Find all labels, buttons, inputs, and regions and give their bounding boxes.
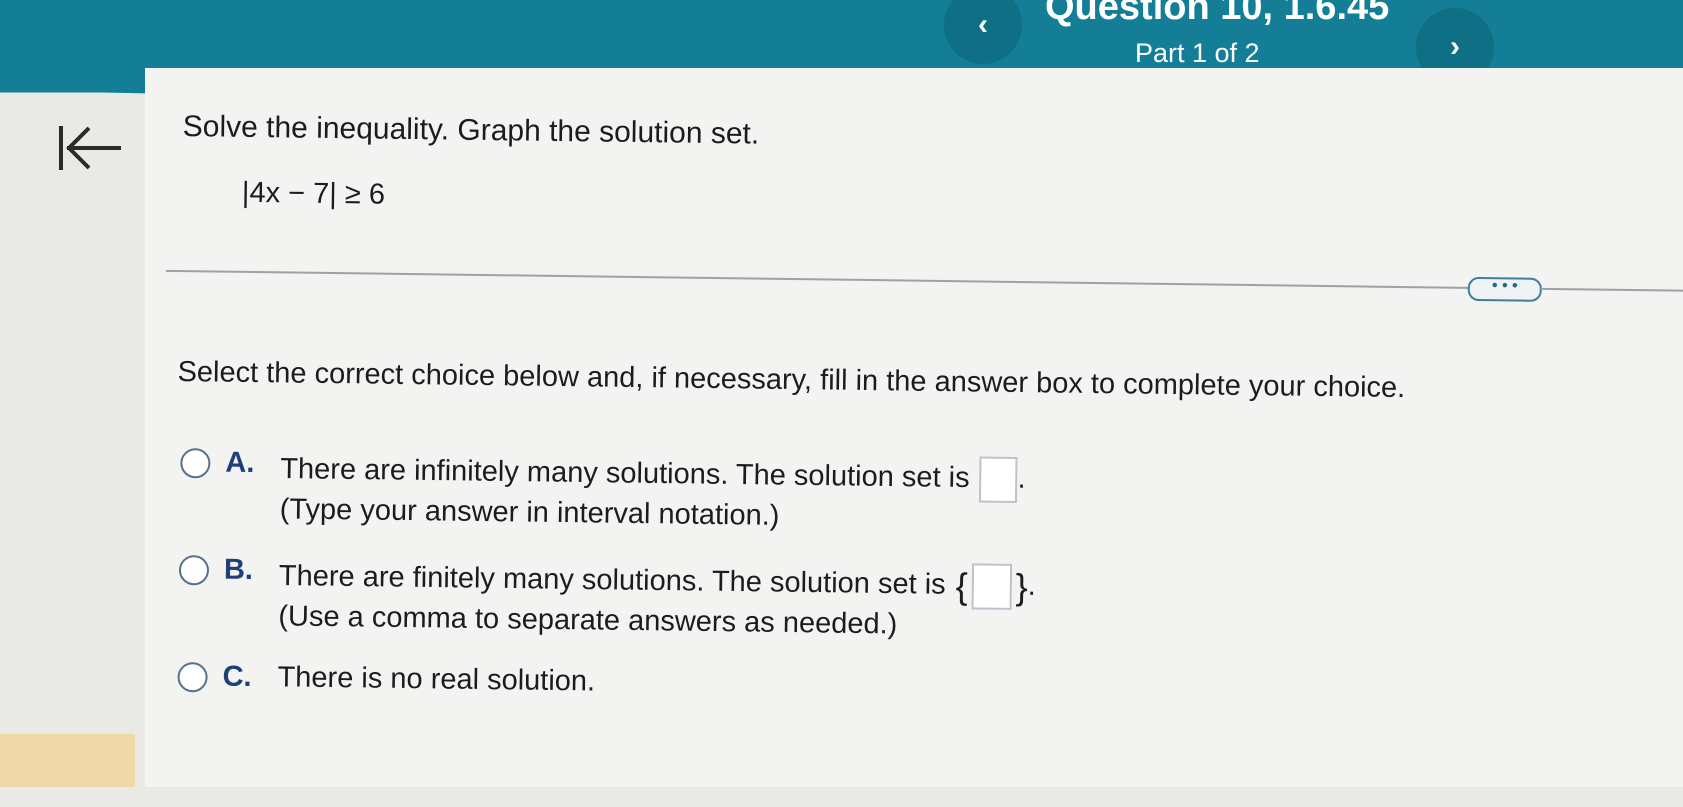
brace-open: { [955, 565, 968, 607]
choice-b-letter: B. [223, 553, 254, 586]
inequality-expression: |4x − 7| ≥ 6 [241, 176, 386, 211]
select-instruction: Select the correct choice below and, if … [177, 355, 1406, 405]
brace-close: } [1015, 565, 1028, 608]
choice-a-text: There are infinitely many solutions. The… [280, 453, 970, 495]
problem-instruction: Solve the inequality. Graph the solution… [182, 110, 760, 151]
section-divider-tail [1540, 287, 1683, 292]
more-options-button[interactable]: • • • [1467, 276, 1542, 302]
question-content: Solve the inequality. Graph the solution… [0, 0, 1683, 807]
choice-a-letter: A. [225, 446, 255, 480]
choice-a-period: . [1017, 462, 1026, 495]
choice-b-text: There are finitely many solutions. The s… [278, 559, 946, 601]
choice-c-letter: C. [222, 660, 252, 693]
set-answer-box[interactable] [971, 563, 1012, 610]
set-answer-group: {} [955, 563, 1028, 610]
choice-a-radio[interactable] [180, 448, 211, 479]
choice-c-radio[interactable] [177, 662, 208, 693]
choice-b-radio[interactable] [178, 555, 210, 586]
choice-c-text: There is no real solution. [277, 661, 596, 698]
interval-answer-box[interactable] [979, 456, 1018, 503]
choice-b-hint: (Use a comma to separate answers as need… [278, 600, 898, 641]
section-divider [165, 269, 1486, 290]
choice-a-hint: (Type your answer in interval notation.) [279, 493, 780, 532]
choice-b-period: . [1027, 569, 1036, 602]
